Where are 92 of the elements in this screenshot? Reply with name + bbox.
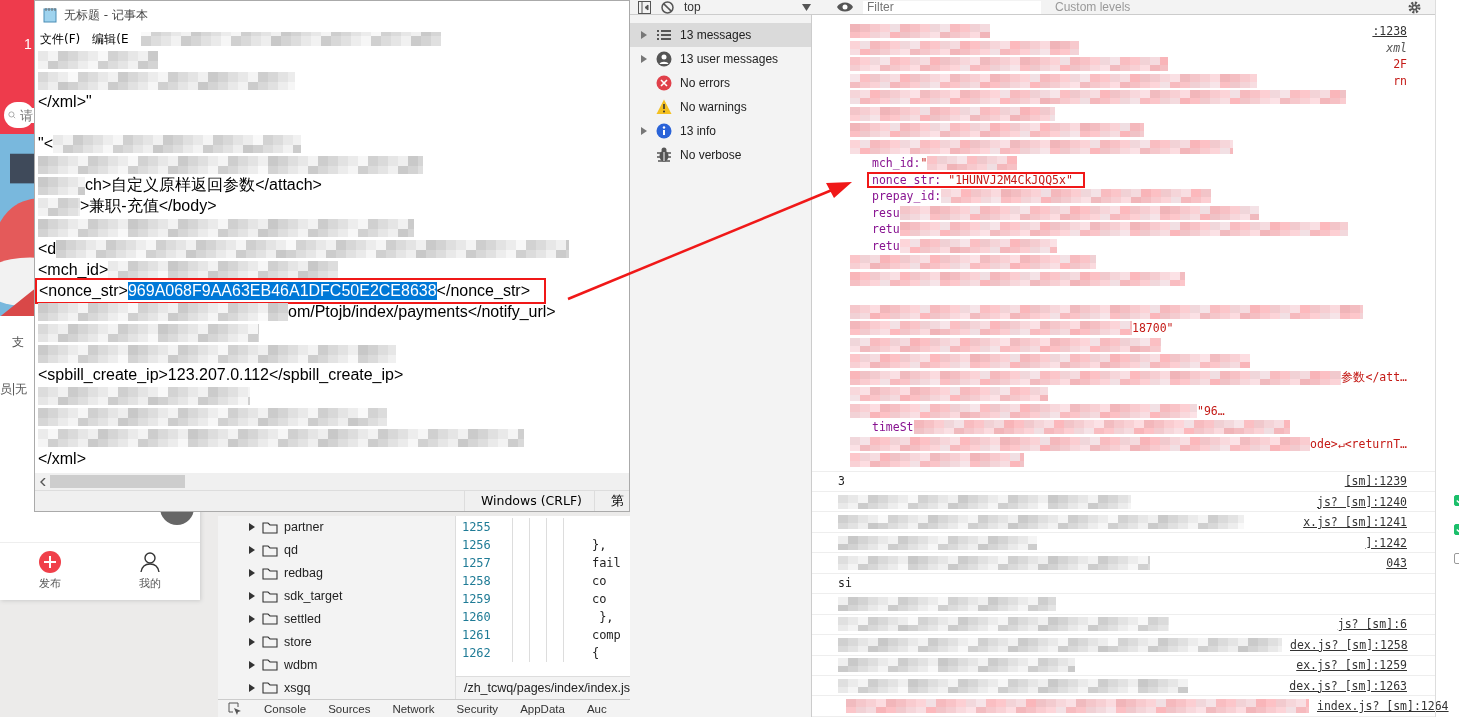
source-link[interactable]: 043: [1386, 556, 1407, 571]
string-value: ": [920, 156, 928, 171]
context-dropdown[interactable]: top: [684, 0, 792, 14]
window-title: 无标题 - 记事本: [64, 6, 148, 24]
value-text: rn: [1393, 73, 1407, 88]
code-text: },: [598, 610, 614, 624]
tabbar-item[interactable]: 我的: [100, 542, 200, 600]
sidebar-item[interactable]: No verbose: [630, 143, 811, 167]
code-text: <d: [38, 239, 57, 258]
code-text: {: [591, 646, 600, 660]
line-number: 1256: [460, 538, 492, 552]
code-text: </xml>": [38, 92, 92, 111]
source-link[interactable]: js? [sm]:6: [1337, 617, 1407, 632]
code-text: om/Ptojb/index/payments</notify_url>: [288, 302, 556, 321]
source-link[interactable]: x.js? [sm]:1241: [1303, 515, 1407, 530]
filter-field[interactable]: Filter: [863, 0, 1041, 14]
source-link[interactable]: [sm]:1239: [1344, 474, 1407, 489]
code-text: comp: [591, 628, 621, 642]
property-key: mch_id:: [850, 156, 921, 171]
panel-tab[interactable]: Sources: [328, 702, 371, 715]
code-text: },: [591, 538, 607, 552]
feed-text: 员|无: [0, 381, 27, 399]
value-text: 2F: [1393, 57, 1407, 72]
line-number: 1259: [460, 592, 492, 606]
selected-text: 969A068F9AA63EB46A1DFC50E2CE8638: [127, 281, 437, 300]
feed-text: 支: [11, 334, 24, 352]
folder-item[interactable]: partner: [248, 516, 455, 539]
code-text: <spbill_create_ip>123.207.0.112</spbill_create_ip>: [38, 365, 404, 384]
value-text: xml: [1386, 40, 1407, 55]
file-path: /zh_tcwq/pages/index/index.js: [455, 676, 630, 699]
code-text: fail: [591, 556, 621, 570]
string-value: "1HUNVJ2M4CkJQQ5x": [948, 172, 1073, 187]
folder-item[interactable]: xsgq: [248, 676, 455, 699]
source-link[interactable]: :1238: [1372, 24, 1407, 39]
folder-item[interactable]: redbag: [248, 561, 455, 585]
source-link[interactable]: ex.js? [sm]:1259: [1296, 658, 1407, 673]
source-link[interactable]: index.js? [sm]:1264: [1317, 699, 1449, 714]
sidebar-item[interactable]: No warnings: [630, 95, 811, 119]
value-text: T…: [1393, 436, 1407, 451]
code-text: <mch_id>: [38, 260, 109, 279]
line-number: 1262: [460, 646, 492, 660]
code-text: ch>自定义原样返回参数</attach>: [85, 175, 322, 195]
search-input[interactable]: 请: [20, 107, 34, 123]
code-text: co: [591, 592, 607, 606]
string-value: "96…: [1197, 403, 1225, 418]
source-link[interactable]: ]:1242: [1365, 535, 1407, 550]
string-value: 18700": [1132, 321, 1174, 336]
folder-item[interactable]: sdk_target: [248, 584, 455, 608]
search-field[interactable]: 请: [4, 102, 34, 128]
line-number: 1261: [460, 628, 492, 642]
property-key: prepay_id:: [850, 189, 942, 204]
line-number: 1255: [460, 520, 492, 534]
status-text: Windows (CRLF): [463, 491, 594, 511]
status-text: 1: [24, 36, 32, 52]
sidebar-item[interactable]: 13 user messages: [630, 47, 811, 71]
line-number: 1258: [460, 574, 492, 588]
panel-tab[interactable]: Console: [264, 702, 307, 715]
source-link[interactable]: dex.js? [sm]:1263: [1289, 678, 1407, 693]
code-text: >兼职-充值</body>: [80, 196, 217, 216]
code-text: <nonce_str>: [39, 281, 128, 300]
log-message: 3: [838, 474, 845, 489]
folder-item[interactable]: qd: [248, 538, 455, 562]
panel-tab[interactable]: Security: [456, 702, 499, 715]
code-text: "<: [38, 134, 54, 153]
code-text: </nonce_str>: [436, 281, 530, 300]
property-key: resu: [850, 205, 900, 220]
sidebar-item[interactable]: No errors: [630, 71, 811, 95]
tabbar-item[interactable]: 发布: [0, 542, 100, 600]
panel-tab[interactable]: AppData: [520, 702, 565, 715]
sidebar-item[interactable]: 13 info: [630, 119, 811, 143]
property-key: retu: [850, 238, 900, 253]
sidebar-item[interactable]: 13 messages: [630, 23, 811, 47]
property-key: retu: [850, 222, 900, 237]
property-key: nonce_str:: [872, 172, 942, 187]
property-key: timeSt: [850, 420, 914, 435]
status-text: 第: [594, 491, 629, 511]
line-number: 1260: [460, 610, 492, 624]
menu-item[interactable]: 编辑(E: [92, 30, 129, 48]
log-message: si: [838, 576, 852, 591]
code-text: </xml>: [38, 449, 86, 468]
code-text: co: [591, 574, 607, 588]
menu-item[interactable]: 文件(F): [40, 30, 81, 48]
panel-tab[interactable]: Network: [392, 702, 435, 715]
string-value: 参数</att…: [1341, 370, 1407, 386]
source-link[interactable]: js? [sm]:1240: [1317, 494, 1407, 509]
folder-item[interactable]: wdbm: [248, 653, 455, 677]
panel-tab[interactable]: Auc: [586, 702, 607, 715]
folder-item[interactable]: settled: [248, 607, 455, 631]
folder-item[interactable]: store: [248, 630, 455, 654]
line-number: 1257: [460, 556, 492, 570]
source-link[interactable]: dex.js? [sm]:1258: [1290, 637, 1408, 652]
string-value: ode>↵<return: [1310, 436, 1394, 451]
